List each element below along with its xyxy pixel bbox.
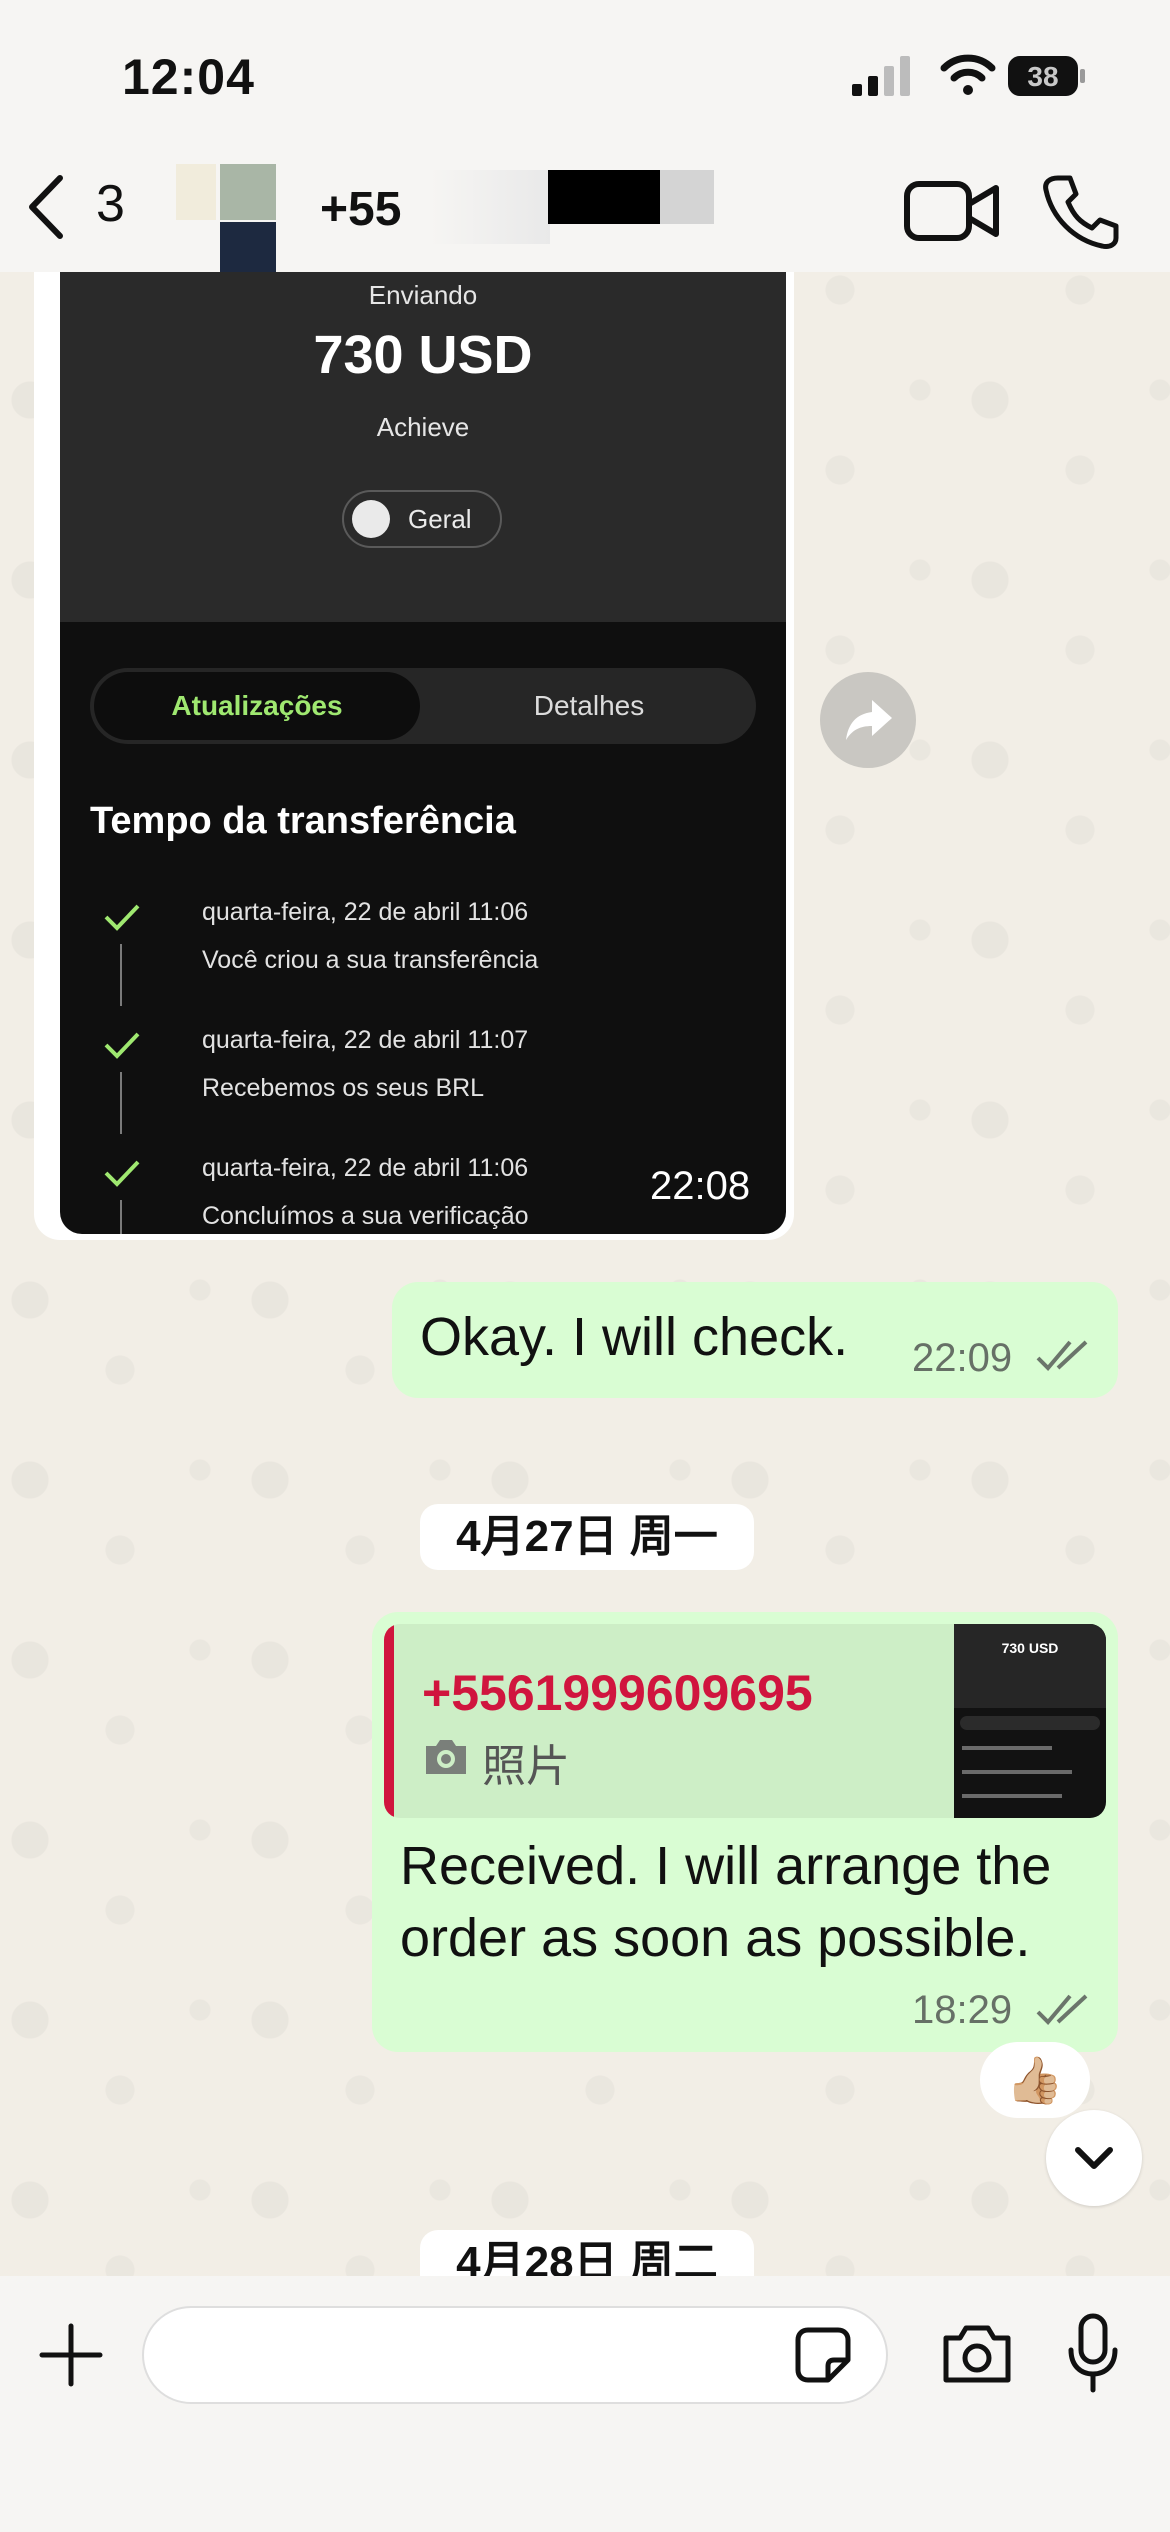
quoted-message[interactable]: +5561999609695 照片 730 USD bbox=[384, 1624, 1106, 1818]
account-chip-label: Geral bbox=[408, 504, 472, 534]
transfer-status: Enviando bbox=[368, 280, 478, 310]
quoted-type: 照片 bbox=[482, 1742, 570, 1791]
video-call-icon[interactable] bbox=[904, 178, 1000, 244]
tab-detalhes: Detalhes bbox=[533, 690, 645, 721]
back-chevron-icon[interactable] bbox=[22, 172, 72, 242]
transfer-amount: 730 USD bbox=[313, 325, 533, 385]
grid-icon bbox=[352, 500, 390, 538]
timeline-item: quarta-feira, 22 de abril 11:06 Você cri… bbox=[60, 888, 786, 1008]
timeline-title: Tempo da transferência bbox=[90, 800, 516, 842]
message-text: Okay. I will check. bbox=[420, 1307, 849, 1367]
outgoing-reply-message[interactable]: +5561999609695 照片 730 USD Received. I wi… bbox=[372, 1612, 1118, 2052]
quote-accent-bar bbox=[384, 1624, 394, 1818]
reaction-badge[interactable]: 👍🏼 bbox=[980, 2042, 1090, 2118]
composer-bar bbox=[0, 2276, 1170, 2532]
contact-name[interactable]: +55 bbox=[320, 182, 401, 237]
read-receipt-icon bbox=[1036, 1994, 1088, 2025]
transfer-recipient: Achieve bbox=[376, 412, 470, 442]
contact-avatar[interactable] bbox=[176, 164, 276, 272]
redacted-area bbox=[660, 170, 714, 224]
message-time: 18:29 bbox=[912, 1988, 1013, 2032]
message-input[interactable] bbox=[142, 2306, 888, 2404]
chevron-down-icon bbox=[1075, 2147, 1113, 2169]
date-separator: 4月27日 周一 bbox=[420, 1504, 754, 1570]
message-text: Received. I will arrange the order as so… bbox=[400, 1836, 1052, 1968]
phone-call-icon[interactable] bbox=[1040, 172, 1120, 252]
transfer-summary: Enviando 730 USD Achieve Geral bbox=[60, 272, 786, 622]
cellular-signal-icon bbox=[852, 56, 910, 96]
check-icon bbox=[104, 1032, 140, 1059]
status-bar: 12:04 38 bbox=[0, 0, 1170, 150]
unread-count[interactable]: 3 bbox=[96, 174, 125, 234]
tab-atualizacoes: Atualizações bbox=[94, 672, 420, 740]
forward-icon bbox=[846, 700, 892, 740]
camera-icon[interactable] bbox=[940, 2322, 1014, 2386]
outgoing-message[interactable]: Okay. I will check. 22:09 bbox=[392, 1282, 1118, 1398]
redacted-area bbox=[548, 170, 660, 224]
transfer-tabs: Atualizações Detalhes bbox=[90, 668, 756, 744]
message-time: 22:08 bbox=[650, 1164, 751, 1208]
timeline-item: quarta-feira, 22 de abril 11:07 Recebemo… bbox=[60, 1016, 786, 1136]
battery-icon: 38 bbox=[1008, 56, 1085, 96]
redacted-area bbox=[430, 170, 550, 244]
quoted-sender: +5561999609695 bbox=[422, 1665, 813, 1721]
check-icon bbox=[104, 904, 140, 931]
wifi-icon bbox=[940, 54, 996, 95]
message-time: 22:09 bbox=[912, 1336, 1013, 1380]
battery-level: 38 bbox=[1027, 61, 1058, 92]
sticker-icon[interactable] bbox=[794, 2326, 852, 2384]
image-message[interactable]: Enviando 730 USD Achieve Geral Atualizaç… bbox=[60, 272, 786, 1234]
camera-icon bbox=[426, 1740, 466, 1774]
microphone-icon[interactable] bbox=[1066, 2312, 1120, 2396]
chat-header: 3 +55 bbox=[0, 150, 1170, 272]
plus-icon[interactable] bbox=[36, 2320, 106, 2390]
scroll-to-bottom-button[interactable] bbox=[1046, 2110, 1142, 2206]
status-time: 12:04 bbox=[122, 49, 255, 105]
read-receipt-icon bbox=[1036, 1340, 1088, 1371]
check-icon bbox=[104, 1160, 140, 1187]
quoted-thumbnail: 730 USD bbox=[954, 1624, 1106, 1818]
account-chip: Geral bbox=[342, 490, 502, 548]
forward-button[interactable] bbox=[820, 672, 916, 768]
